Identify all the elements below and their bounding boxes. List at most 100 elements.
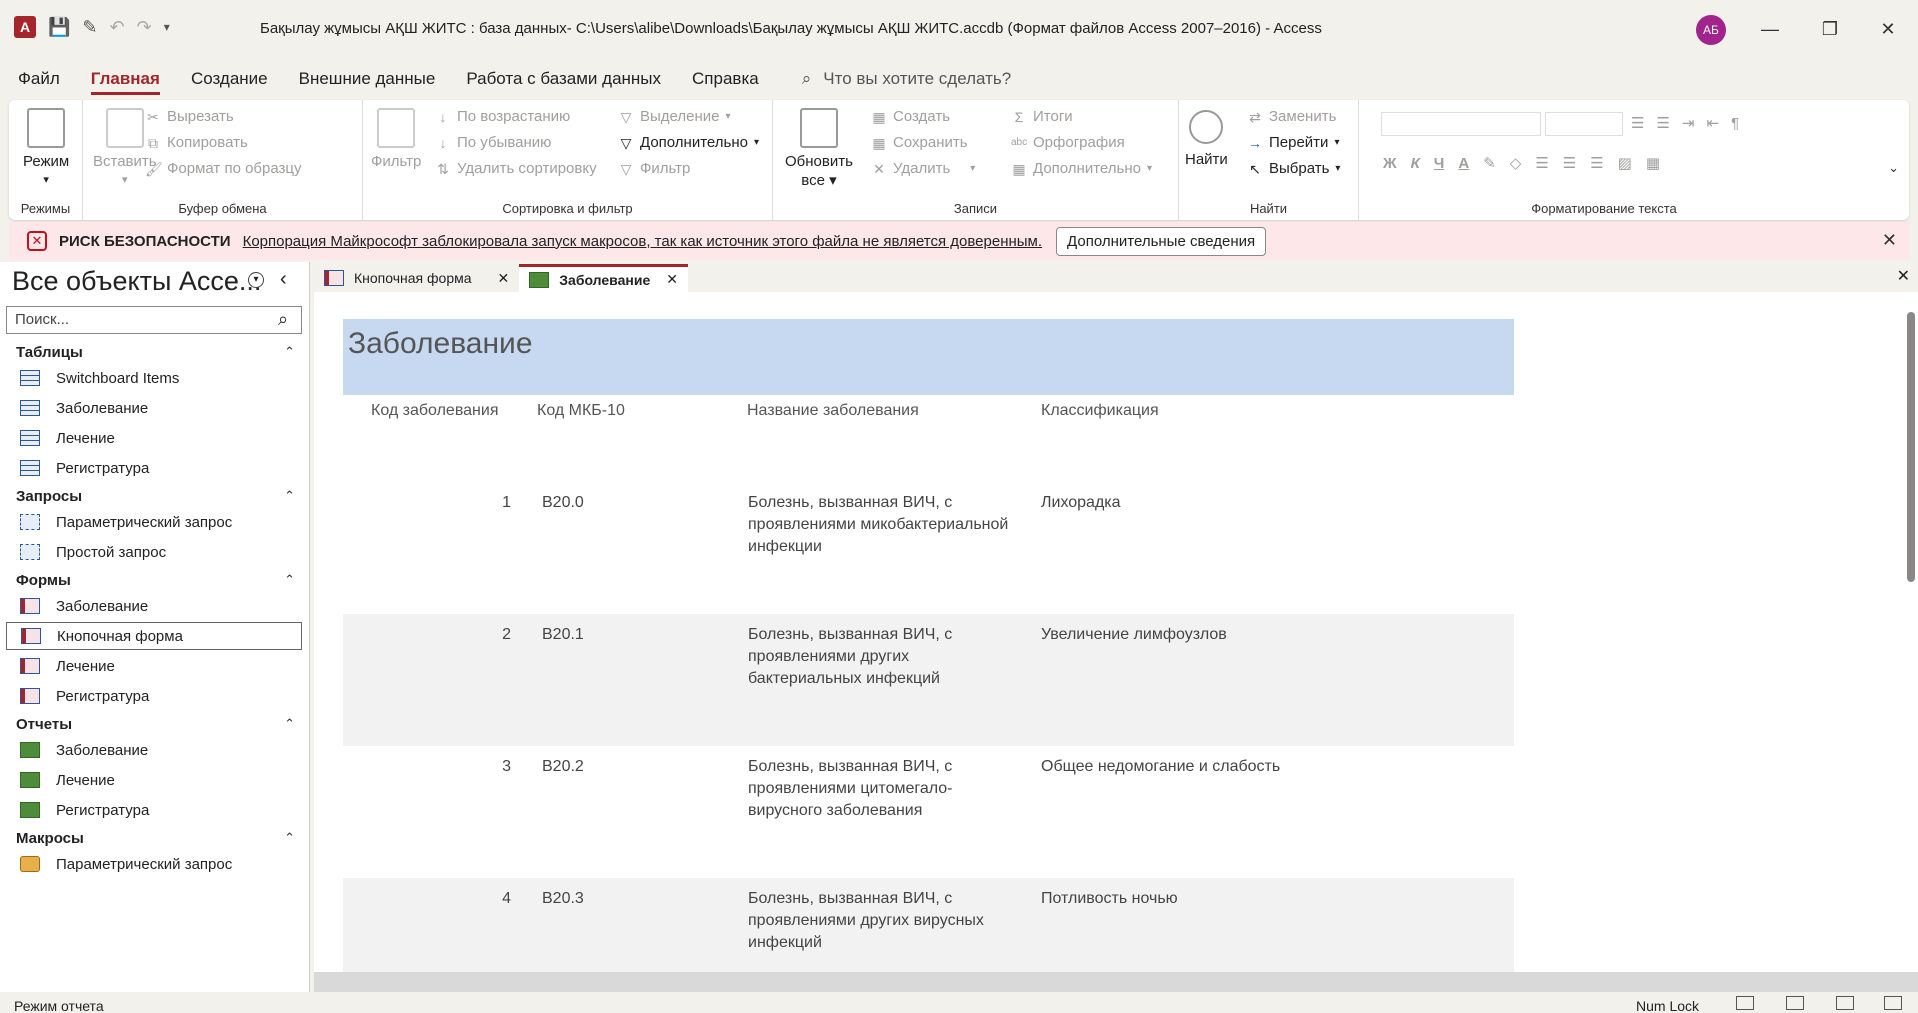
security-message-link[interactable]: Корпорация Майкрософт заблокировала запу… [243, 233, 1042, 250]
nav-item-report[interactable]: Заболевание [6, 736, 302, 764]
report-view-icon[interactable] [1736, 996, 1754, 1010]
cut-button[interactable]: ✂ Вырезать [145, 108, 234, 125]
select-button[interactable]: ↖ Выбрать ▾ [1247, 160, 1340, 177]
more-info-button[interactable]: Дополнительные сведения [1056, 226, 1267, 256]
tab-database-tools[interactable]: Работа с базами данных [466, 69, 661, 89]
more-records-button[interactable]: ▦ Дополнительно ▾ [1011, 160, 1152, 177]
tab-create[interactable]: Создание [191, 69, 268, 89]
nav-section-reports[interactable]: Отчеты [16, 716, 72, 733]
nav-item-table[interactable]: Лечение [6, 424, 302, 452]
tab-external-data[interactable]: Внешние данные [299, 69, 436, 89]
delete-record-button[interactable]: ✕ Удалить ▾ [871, 160, 975, 177]
font-name-select[interactable] [1381, 112, 1541, 136]
bold-button[interactable]: Ж [1383, 155, 1397, 172]
nav-item-report[interactable]: Регистратура [6, 796, 302, 824]
collapse-caret-icon[interactable]: ⌃ [284, 572, 295, 588]
align-left-icon[interactable]: ☰ [1535, 154, 1548, 172]
nav-section-tables[interactable]: Таблицы [16, 344, 83, 361]
font-color-button[interactable]: А [1458, 155, 1469, 172]
indent-icon[interactable]: ⇥ [1682, 114, 1695, 132]
close-icon[interactable]: ✕ [498, 270, 510, 287]
restore-icon[interactable]: ❐ [1810, 14, 1850, 44]
shutter-bar-close-icon[interactable]: ‹ [280, 268, 287, 291]
nav-pane-title[interactable]: Все объекты Acce... [12, 266, 261, 297]
print-preview-icon[interactable] [1786, 996, 1804, 1010]
toggle-filter-button[interactable]: ▽ Фильтр [618, 160, 691, 177]
filter-button[interactable]: Фильтр [371, 108, 421, 171]
align-center-icon[interactable]: ☰ [1563, 154, 1576, 172]
nav-item-macro[interactable]: Параметрический запрос [6, 850, 302, 878]
customize-qat-icon[interactable]: ▾ [164, 20, 170, 34]
collapse-caret-icon[interactable]: ⌃ [284, 830, 295, 846]
numbering-icon[interactable]: ☰ [1656, 114, 1669, 132]
search-input[interactable]: Поиск... [6, 306, 302, 334]
nav-item-table[interactable]: Switchboard Items [6, 364, 302, 392]
close-document-icon[interactable]: ✕ [1897, 266, 1910, 286]
font-size-select[interactable] [1545, 112, 1623, 136]
spelling-button[interactable]: abc Орфография [1011, 134, 1125, 151]
nav-item-report[interactable]: Лечение [6, 766, 302, 794]
goto-button[interactable]: → Перейти ▾ [1247, 134, 1339, 151]
tab-file[interactable]: Файл [18, 69, 60, 89]
align-right-icon[interactable]: ☰ [1590, 154, 1603, 172]
gridlines-icon[interactable]: ▦ [1646, 154, 1660, 172]
collapse-caret-icon[interactable]: ⌃ [284, 488, 295, 504]
nav-menu-dropdown-icon[interactable]: ▾ [248, 272, 264, 288]
collapse-caret-icon[interactable]: ⌃ [284, 344, 295, 360]
sort-ascending-button[interactable]: ↓ По возрастанию [435, 108, 571, 125]
new-record-button[interactable]: ▦ Создать [871, 108, 950, 125]
highlight-icon[interactable]: ✎ [1483, 154, 1496, 172]
nav-item-table[interactable]: Заболевание [6, 394, 302, 422]
find-button[interactable]: Найти [1185, 108, 1228, 169]
outdent-icon[interactable]: ⇤ [1706, 114, 1719, 132]
tab-help[interactable]: Справка [692, 69, 759, 89]
nav-item-query[interactable]: Простой запрос [6, 538, 302, 566]
tab-home[interactable]: Главная [90, 69, 161, 95]
format-painter-button[interactable]: 🖌 Формат по образцу [145, 160, 302, 177]
advanced-filter-button[interactable]: ▽ Дополнительно ▾ [618, 134, 759, 151]
sort-descending-button[interactable]: ↓ По убыванию [435, 134, 552, 151]
nav-item-query[interactable]: Параметрический запрос [6, 508, 302, 536]
nav-item-form[interactable]: Регистратура [6, 682, 302, 710]
alternate-row-color-icon[interactable]: ▨ [1618, 154, 1632, 172]
refresh-all-button[interactable]: Обновить все ▾ [785, 108, 853, 190]
horizontal-scrollbar[interactable] [314, 972, 1918, 992]
redo-icon[interactable]: ↷ [137, 17, 152, 38]
close-icon[interactable]: ✕ [1868, 14, 1908, 44]
copy-button[interactable]: ⧉ Копировать [145, 134, 248, 151]
close-icon[interactable]: ✕ [1882, 230, 1897, 251]
nav-item-table[interactable]: Регистратура [6, 454, 302, 482]
nav-item-form[interactable]: Заболевание [6, 592, 302, 620]
undo-icon[interactable]: ↶ [110, 17, 125, 38]
avatar[interactable]: АБ [1696, 15, 1726, 45]
nav-section-macros[interactable]: Макросы [16, 830, 84, 847]
collapse-caret-icon[interactable]: ⌃ [284, 716, 295, 732]
save-icon[interactable]: 💾 [48, 17, 70, 38]
doc-tab-switchboard[interactable]: Кнопочная форма ✕ [314, 264, 519, 292]
collapse-ribbon-icon[interactable]: ⌄ [1888, 160, 1899, 176]
tell-me-search[interactable]: ⌕ Что вы хотите сделать? [802, 69, 1011, 89]
nav-item-form[interactable]: Кнопочная форма [6, 622, 302, 650]
form-icon[interactable]: ✎ [82, 17, 97, 38]
fill-color-icon[interactable]: ◇ [1510, 154, 1522, 172]
nav-item-form[interactable]: Лечение [6, 652, 302, 680]
design-view-icon[interactable] [1884, 996, 1902, 1010]
nav-section-forms[interactable]: Формы [16, 572, 71, 589]
vertical-scrollbar[interactable] [1904, 292, 1918, 972]
view-button[interactable]: Режим ▾ [23, 108, 69, 190]
layout-view-icon[interactable] [1836, 996, 1854, 1010]
save-record-button[interactable]: ▦ Сохранить [871, 134, 967, 151]
search-icon[interactable]: ⌕ [278, 309, 288, 330]
nav-section-queries[interactable]: Запросы [16, 488, 82, 505]
underline-button[interactable]: Ч [1434, 155, 1445, 172]
selection-button[interactable]: ▽ Выделение ▾ [618, 108, 731, 125]
close-icon[interactable]: ✕ [666, 271, 678, 288]
doc-tab-disease-report[interactable]: Заболевание ✕ [519, 264, 688, 292]
totals-button[interactable]: Σ Итоги [1011, 108, 1073, 125]
italic-button[interactable]: К [1411, 155, 1420, 172]
bullets-icon[interactable]: ☰ [1631, 114, 1644, 132]
remove-sort-button[interactable]: ⇅ Удалить сортировку [435, 160, 596, 177]
scroll-thumb[interactable] [1907, 312, 1915, 582]
paragraph-icon[interactable]: ¶ [1731, 115, 1739, 132]
minimize-icon[interactable]: — [1750, 14, 1790, 44]
